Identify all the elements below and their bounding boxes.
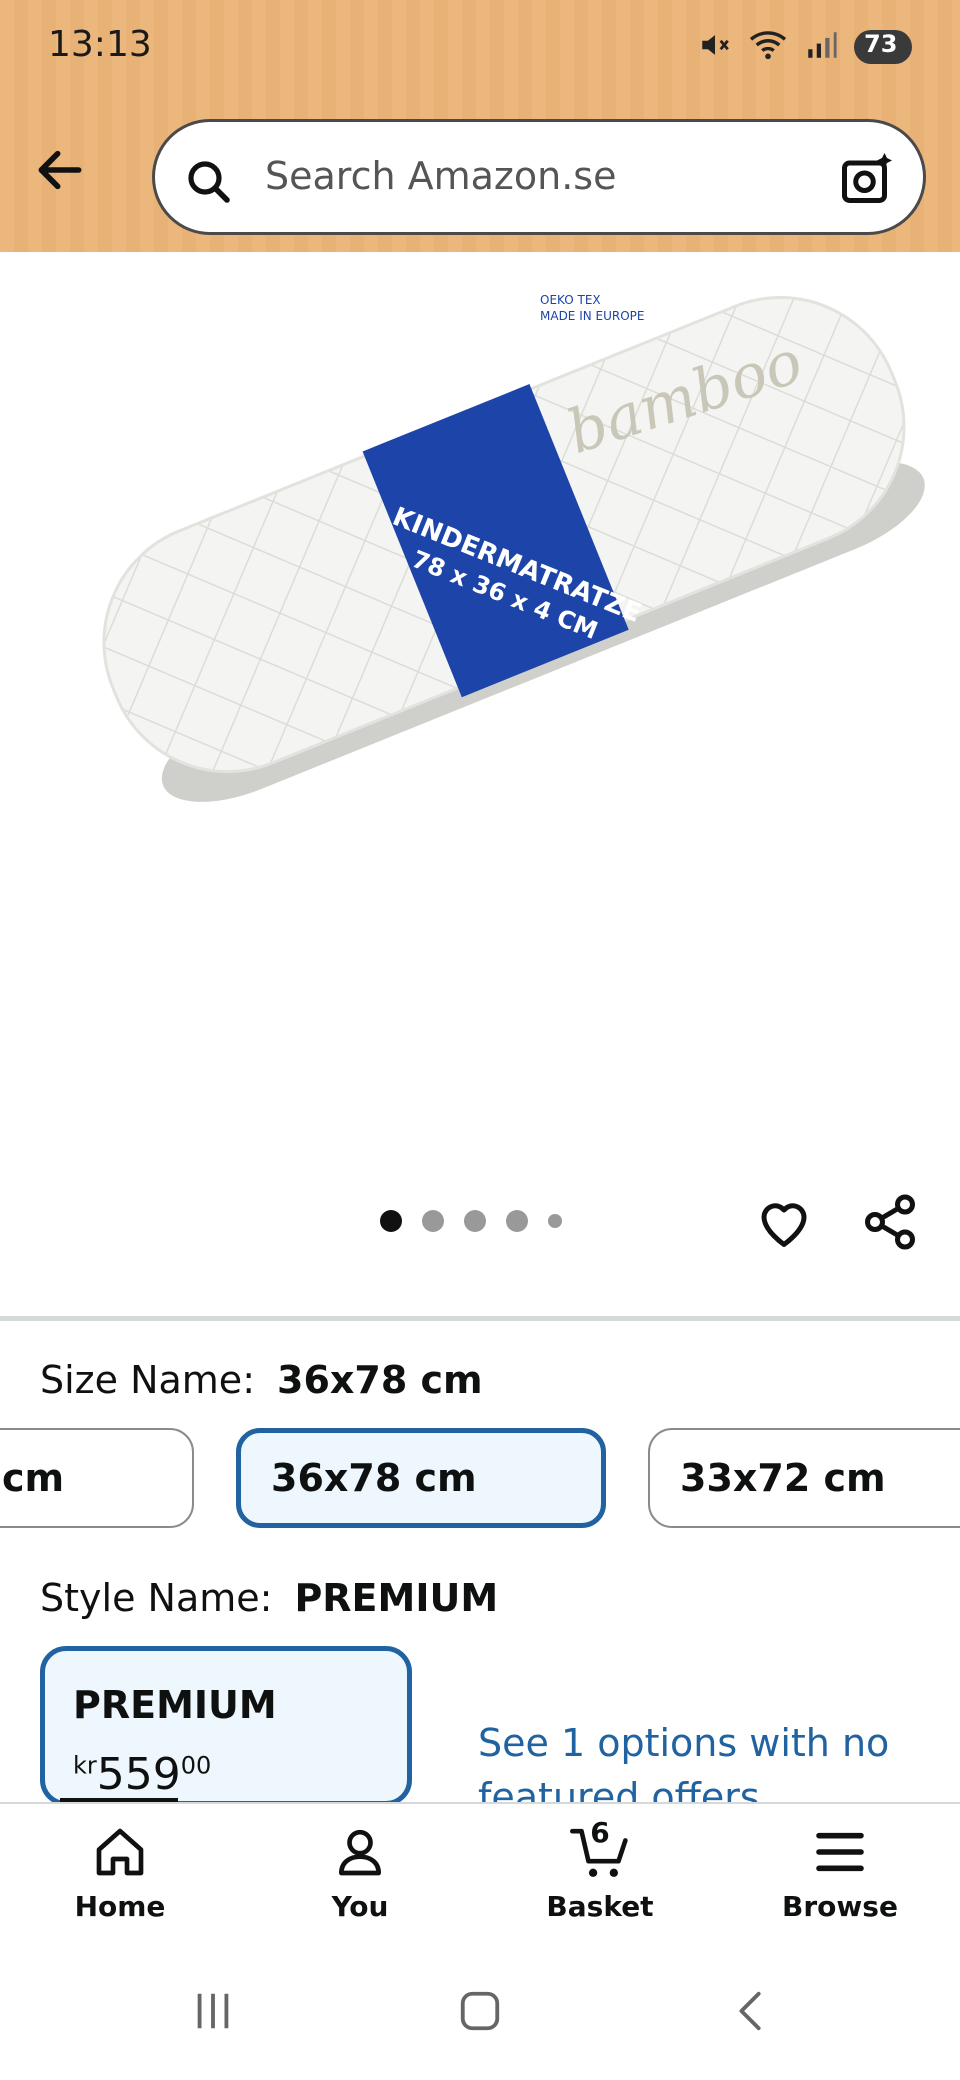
style-option-price: kr55900 (73, 1749, 212, 1800)
size-option-selected[interactable]: 36x78 cm (236, 1428, 606, 1528)
bottom-navigation: Home You 6 Basket Browse (0, 1802, 960, 1942)
size-name-value: 36x78 cm (277, 1358, 483, 1402)
style-name-value: PREMIUM (294, 1576, 499, 1620)
pagination-dot[interactable] (464, 1210, 486, 1232)
menu-icon (816, 1832, 864, 1872)
pagination-dot[interactable] (506, 1210, 528, 1232)
signal-icon (804, 28, 838, 66)
size-option[interactable]: cm (0, 1428, 194, 1528)
nav-browse[interactable]: Browse (760, 1824, 920, 1923)
search-icon (188, 161, 230, 203)
nav-home[interactable]: Home (40, 1824, 200, 1923)
svg-text:MADE IN EUROPE: MADE IN EUROPE (540, 309, 645, 323)
size-option[interactable]: 33x72 cm (648, 1428, 960, 1528)
search-placeholder: Search Amazon.se (265, 154, 617, 198)
search-input[interactable]: Search Amazon.se (152, 119, 926, 235)
arrow-left-icon (38, 150, 82, 190)
status-icons: 73 (698, 28, 912, 66)
pagination-dot[interactable] (548, 1214, 562, 1228)
home-button-icon[interactable] (456, 1988, 504, 2034)
battery-indicator: 73 (854, 30, 912, 64)
size-options: cm 36x78 cm 33x72 cm (0, 1428, 960, 1532)
back-button[interactable] (28, 138, 92, 202)
pagination-dot[interactable] (422, 1210, 444, 1232)
recent-apps-icon[interactable] (190, 1988, 236, 2034)
style-option-name: PREMIUM (73, 1683, 277, 1727)
pagination-dot[interactable] (380, 1210, 402, 1232)
status-time: 13:13 (48, 24, 152, 65)
style-option-selected[interactable]: PREMIUM kr55900 (40, 1646, 412, 1806)
share-icon[interactable] (860, 1192, 920, 1252)
style-name-label: Style Name: PREMIUM (40, 1576, 499, 1620)
camera-search-icon[interactable] (837, 148, 897, 208)
basket-count: 6 (590, 1816, 610, 1849)
heart-icon[interactable] (754, 1192, 814, 1252)
system-navigation (0, 1942, 960, 2080)
divider (0, 1316, 960, 1321)
person-icon (339, 1829, 381, 1876)
image-pagination[interactable] (380, 1210, 562, 1232)
product-image[interactable]: KINDERMATRATZE 78 x 36 x 4 CM bamboo OEK… (0, 252, 960, 912)
nav-basket[interactable]: 6 Basket (520, 1816, 680, 1923)
wifi-icon (748, 28, 788, 66)
svg-text:OEKO TEX: OEKO TEX (540, 293, 601, 307)
back-nav-icon[interactable] (728, 1988, 774, 2034)
home-icon (96, 1828, 144, 1876)
header: 13:13 73 Search Amazon.se (0, 0, 960, 252)
nav-you[interactable]: You (280, 1824, 440, 1923)
mute-icon (698, 28, 732, 66)
size-name-label: Size Name: 36x78 cm (40, 1358, 483, 1402)
